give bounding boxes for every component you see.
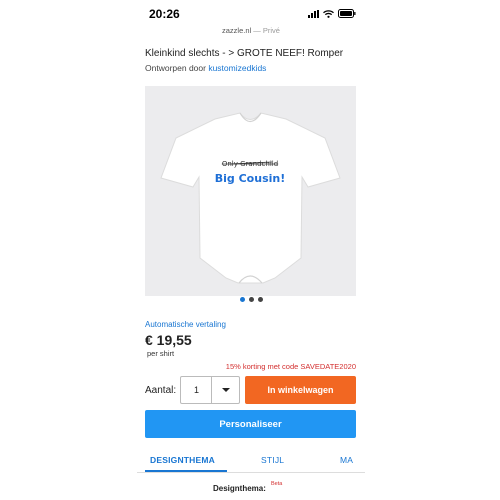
status-icons — [308, 9, 356, 18]
product-title: Kleinkind slechts - > GROTE NEEF! Romper — [145, 48, 344, 59]
auto-translate-link[interactable]: Automatische vertaling — [145, 320, 226, 329]
beta-badge: Beta — [271, 481, 283, 487]
add-to-cart-button[interactable]: In winkelwagen — [245, 376, 356, 404]
carousel-dot[interactable] — [257, 297, 263, 302]
section-heading: Designthema: — [213, 484, 266, 493]
discount-notice: 15% korting met code SAVEDATE2020 — [225, 362, 356, 371]
romper-body — [160, 112, 341, 284]
product-tabs: DESIGNTHEMA STIJL MA — [137, 449, 365, 473]
personalise-button[interactable]: Personaliseer — [145, 410, 356, 438]
tab-ma[interactable]: MA — [340, 455, 353, 465]
private-mode-label: Privé — [262, 26, 280, 35]
cellular-signal-icon — [308, 9, 319, 18]
quantity-select[interactable]: 1 — [180, 376, 240, 404]
status-time: 20:26 — [149, 7, 180, 21]
romper-main-text: Big Cousin! — [215, 172, 286, 185]
url-separator: — — [251, 26, 263, 35]
battery-icon — [338, 9, 356, 18]
quantity-value: 1 — [194, 385, 200, 395]
quantity-label: Aantal: — [145, 385, 177, 396]
product-image[interactable]: Only Grandchild Big Cousin! — [145, 86, 356, 296]
status-bar: 20:26 — [137, 0, 365, 26]
product-price: € 19,55 — [145, 332, 192, 348]
browser-url-bar[interactable]: zazzle.nl — Privé — [137, 26, 365, 40]
active-tab-indicator — [145, 470, 227, 472]
carousel-dot[interactable] — [248, 297, 254, 302]
image-carousel-dots — [137, 297, 365, 302]
designer-prefix: Ontworpen door — [145, 63, 209, 73]
chevron-down-icon[interactable] — [211, 377, 239, 403]
wifi-icon — [323, 9, 334, 18]
tab-stijl[interactable]: STIJL — [261, 455, 284, 465]
designer-line: Ontworpen door kustomizedkids — [145, 63, 266, 73]
carousel-dot[interactable] — [239, 297, 245, 302]
phone-screen: 20:26 zazzle.nl — Privé Kleinkind slecht… — [137, 0, 365, 500]
url-domain: zazzle.nl — [222, 26, 252, 35]
tab-designthema[interactable]: DESIGNTHEMA — [150, 455, 215, 465]
designer-link[interactable]: kustomizedkids — [208, 63, 266, 73]
price-unit: per shirt — [147, 349, 175, 358]
